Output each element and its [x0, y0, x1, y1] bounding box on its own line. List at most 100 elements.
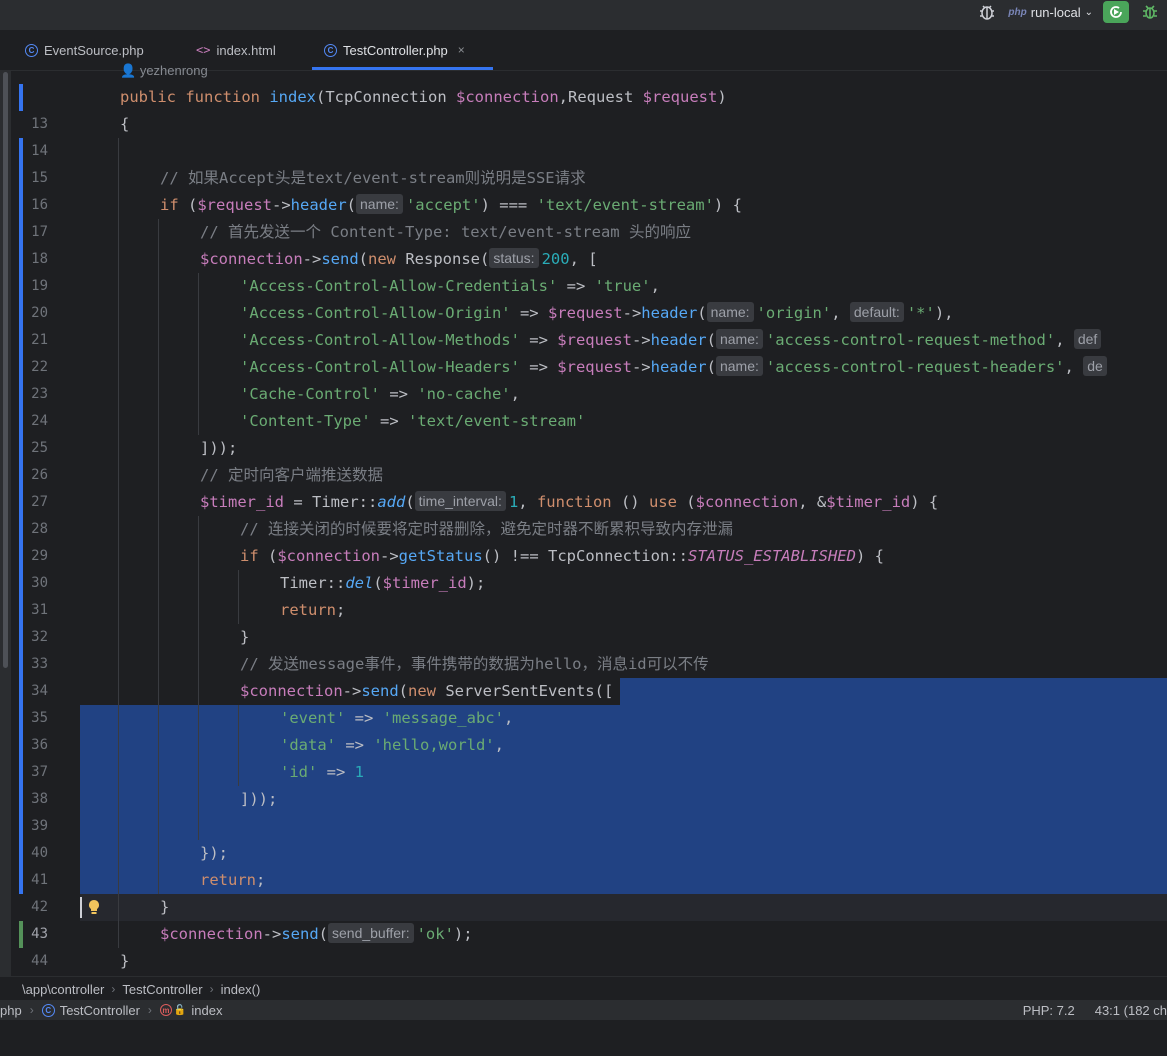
author-inlay: 👤 yezhenrong	[120, 63, 208, 78]
change-marker	[19, 138, 23, 165]
change-marker	[19, 705, 23, 732]
selection	[620, 678, 1167, 705]
title-bar: php run-local ⌄	[0, 0, 1167, 30]
code-line: 39 ]));	[0, 786, 1167, 834]
code-line: 20 'Access-Control-Allow-Credentials' =>…	[0, 273, 1167, 321]
breadcrumb-class[interactable]: TestController	[122, 982, 202, 997]
change-marker	[19, 435, 23, 462]
code-line: 42 return;	[0, 867, 1167, 915]
change-marker	[19, 327, 23, 354]
change-marker	[19, 813, 23, 840]
breadcrumb-namespace[interactable]: \app\controller	[22, 982, 104, 997]
change-marker	[19, 273, 23, 300]
param-hint: name:	[356, 194, 403, 214]
code-line: 15	[0, 138, 1167, 186]
code-line: 14 {	[0, 111, 1167, 159]
code-line: 18 // 首先发送一个 Content-Type: text/event-st…	[0, 219, 1167, 267]
rerun-icon	[1110, 6, 1122, 18]
change-marker	[19, 678, 23, 705]
chevron-down-icon: ⌄	[1084, 6, 1093, 18]
code-line: 26 ]));	[0, 435, 1167, 483]
code-line: 45 }	[0, 948, 1167, 996]
class-icon: C	[25, 43, 38, 57]
change-marker	[19, 246, 23, 273]
change-marker	[19, 381, 23, 408]
method-icon: m	[159, 1004, 172, 1016]
person-icon: 👤	[120, 63, 137, 78]
lightbulb-icon[interactable]	[88, 899, 100, 915]
caret-position[interactable]: 43:1 (182 ch	[1095, 1003, 1167, 1018]
change-marker	[19, 570, 23, 597]
code-line: 35 $connection->send(new ServerSentEvent…	[0, 678, 1167, 726]
change-marker	[19, 651, 23, 678]
status-nav-class[interactable]: TestController	[60, 1003, 140, 1018]
tab-index-html[interactable]: <> index.html	[196, 30, 276, 70]
status-nav-php[interactable]: php	[0, 1003, 22, 1018]
php-version[interactable]: PHP: 7.2	[1023, 1003, 1075, 1018]
code-line: 27 // 定时向客户端推送数据	[0, 462, 1167, 510]
change-marker	[19, 219, 23, 246]
change-marker	[19, 300, 23, 327]
chevron-right-icon: ›	[209, 982, 214, 996]
run-config-label: run-local	[1030, 4, 1081, 20]
toolbar-right: php run-local ⌄	[976, 0, 1167, 24]
code-line: 31 Timer::del($timer_id);	[0, 570, 1167, 618]
param-hint: name:	[715, 329, 763, 349]
status-right: PHP: 7.2 43:1 (182 ch	[1023, 1000, 1167, 1020]
change-marker	[19, 786, 23, 813]
code-line: 21 'Access-Control-Allow-Origin' => $req…	[0, 300, 1167, 348]
code-line: 41 });	[0, 840, 1167, 888]
code-line-current: 43 }	[0, 894, 1167, 942]
change-marker	[19, 192, 23, 219]
code-line: 13 public function index(TcpConnection $…	[0, 84, 1167, 132]
code-line: 17 if ($request->header(name:'accept') =…	[0, 192, 1167, 240]
change-marker	[19, 597, 23, 624]
change-marker	[19, 165, 23, 192]
param-hint: status:	[489, 248, 539, 268]
code-line: 16 // 如果Accept头是text/event-stream则说明是SSE…	[0, 165, 1167, 213]
code-line: 33 }	[0, 624, 1167, 672]
change-marker	[19, 489, 23, 516]
change-marker	[19, 408, 23, 435]
added-line-marker	[19, 921, 23, 948]
change-marker	[19, 354, 23, 381]
code-line: 36 'event' => 'message_abc',	[0, 705, 1167, 753]
code-line: 38 'id' => 1	[0, 759, 1167, 807]
class-icon: C	[41, 1003, 55, 1017]
code-editor[interactable]: 13 public function index(TcpConnection $…	[0, 84, 1167, 996]
chevron-right-icon: ›	[111, 982, 116, 996]
change-marker	[19, 516, 23, 543]
code-line: 25 'Content-Type' => 'text/event-stream'	[0, 408, 1167, 456]
code-line: 30 if ($connection->getStatus() !== TcpC…	[0, 543, 1167, 591]
debug-icon[interactable]	[1139, 1, 1161, 23]
run-button[interactable]	[1103, 1, 1129, 23]
html-icon: <>	[196, 43, 211, 57]
chevron-right-icon: ›	[29, 1003, 34, 1017]
code-line: 32 return;	[0, 597, 1167, 645]
code-line: 28 $timer_id = Timer::add(time_interval:…	[0, 489, 1167, 537]
tab-label: TestController.php	[343, 42, 448, 58]
tab-label: EventSource.php	[44, 42, 144, 58]
run-config-selector[interactable]: php run-local ⌄	[1008, 5, 1093, 20]
change-marker	[19, 624, 23, 651]
change-marker	[19, 462, 23, 489]
code-line: 19 $connection->send(new Response(status…	[0, 246, 1167, 294]
change-marker	[19, 732, 23, 759]
status-nav-method[interactable]: index	[191, 1003, 222, 1018]
tab-testcontroller[interactable]: C TestController.php ×	[324, 30, 465, 70]
param-hint: name:	[715, 356, 763, 376]
param-hint: def	[1073, 329, 1102, 349]
close-icon[interactable]: ×	[458, 43, 465, 57]
param-hint: time_interval:	[414, 491, 506, 511]
code-line: 44 $connection->send(send_buffer:'ok');	[0, 921, 1167, 969]
change-marker	[19, 84, 23, 111]
code-line: 23 'Access-Control-Allow-Headers' => $re…	[0, 354, 1167, 402]
status-bar: php › C TestController › m 🔓 index PHP: …	[0, 1000, 1167, 1020]
debug-listen-icon[interactable]	[976, 1, 998, 23]
class-icon: C	[324, 43, 337, 57]
change-marker	[19, 759, 23, 786]
breadcrumb-method[interactable]: index()	[221, 982, 261, 997]
code-line: 40	[0, 813, 1167, 861]
param-hint: default:	[849, 302, 904, 322]
change-marker	[19, 543, 23, 570]
